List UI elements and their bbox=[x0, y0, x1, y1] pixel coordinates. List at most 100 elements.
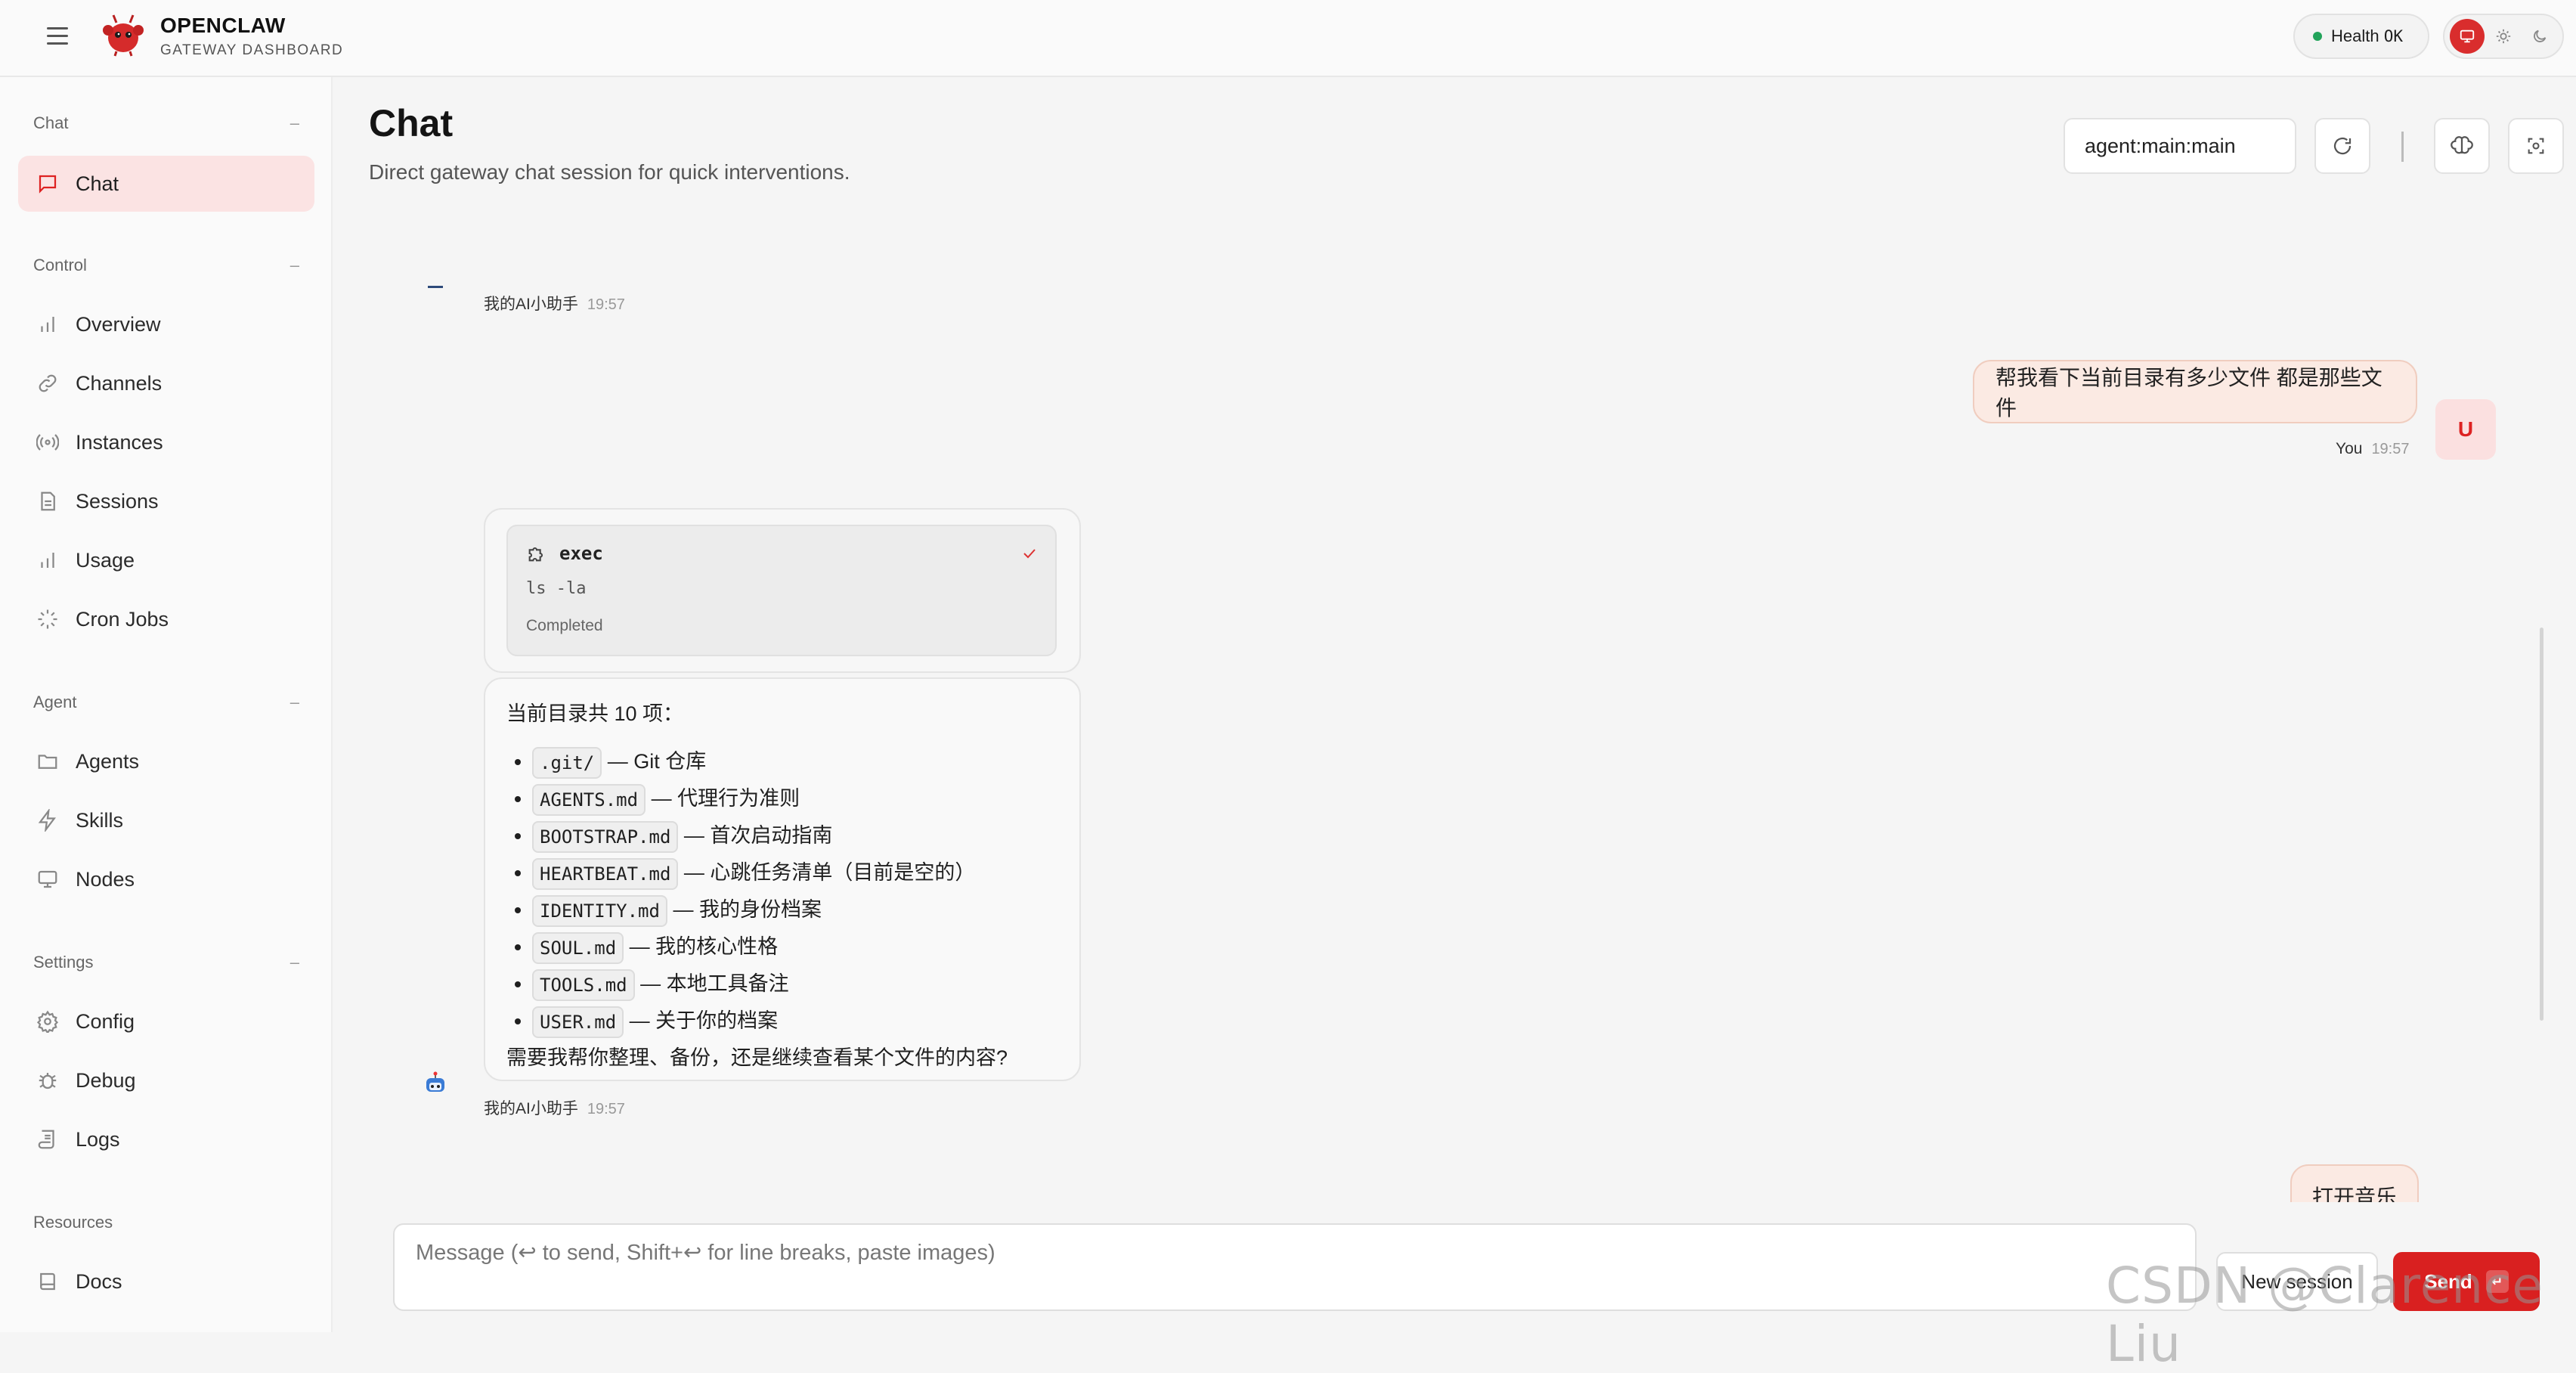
sidebar-item-config[interactable]: Config bbox=[18, 993, 314, 1049]
sidebar-item-instances[interactable]: Instances bbox=[18, 414, 314, 470]
sidebar-item-label: Usage bbox=[76, 548, 135, 572]
user-avatar: U bbox=[2435, 399, 2496, 460]
list-item: SOUL.md — 我的核心性格 bbox=[532, 928, 1058, 965]
new-session-button[interactable]: New session bbox=[2216, 1252, 2378, 1311]
list-item: TOOLS.md — 本地工具备注 bbox=[532, 965, 1058, 1003]
focus-mode-button[interactable] bbox=[2508, 118, 2564, 174]
light-theme-button[interactable] bbox=[2486, 19, 2521, 54]
collapse-icon[interactable]: – bbox=[290, 953, 299, 972]
sidebar-item-skills[interactable]: Skills bbox=[18, 792, 314, 848]
theme-switcher bbox=[2443, 14, 2564, 59]
user-message-partial: 打开音乐 bbox=[2290, 1164, 2419, 1202]
sidebar-item-cron-jobs[interactable]: Cron Jobs bbox=[18, 591, 314, 647]
thinking-toggle-button[interactable] bbox=[2434, 118, 2490, 174]
section-settings[interactable]: Settings – bbox=[33, 953, 299, 972]
file-icon bbox=[41, 491, 55, 511]
list-item: .git/ — Git 仓库 bbox=[532, 743, 1058, 780]
sidebar-item-channels[interactable]: Channels bbox=[18, 355, 314, 411]
focus-icon bbox=[2528, 138, 2544, 154]
health-dot-icon bbox=[2313, 32, 2322, 41]
sidebar-item-usage[interactable]: Usage bbox=[18, 532, 314, 588]
sun-icon bbox=[2496, 29, 2511, 44]
sidebar: Chat – Chat Control – Overview Channels In… bbox=[0, 77, 333, 1332]
answer-outro: 需要我帮你整理、备份，还是继续查看某个文件的内容? bbox=[506, 1046, 1008, 1069]
list-item: USER.md — 关于你的档案 bbox=[532, 1003, 1058, 1040]
collapse-icon[interactable]: – bbox=[290, 256, 299, 275]
robot-avatar-icon bbox=[426, 1071, 444, 1092]
file-list: .git/ — Git 仓库 AGENTS.md — 代理行为准则 BOOTST… bbox=[506, 743, 1058, 1040]
section-control[interactable]: Control – bbox=[33, 256, 299, 275]
openclaw-logo bbox=[103, 14, 144, 57]
assistant-message: 当前目录共 10 项： .git/ — Git 仓库 AGENTS.md — 代… bbox=[484, 677, 1081, 1081]
sidebar-item-label: Skills bbox=[76, 808, 124, 832]
health-status[interactable]: Health OK bbox=[2293, 14, 2429, 59]
broadcast-icon bbox=[36, 434, 59, 451]
zap-icon bbox=[38, 809, 56, 832]
collapse-icon[interactable]: – bbox=[290, 113, 299, 133]
section-agent[interactable]: Agent – bbox=[33, 693, 299, 712]
folder-icon bbox=[38, 755, 57, 769]
puzzle-icon bbox=[528, 547, 543, 562]
message-icon bbox=[39, 175, 57, 194]
sidebar-item-label: Sessions bbox=[76, 489, 159, 513]
sidebar-item-docs[interactable]: Docs bbox=[18, 1254, 314, 1309]
sidebar-item-label: Channels bbox=[76, 371, 163, 395]
system-theme-button[interactable] bbox=[2450, 19, 2485, 54]
bug-icon bbox=[39, 1073, 57, 1089]
moon-icon bbox=[2534, 29, 2547, 42]
bar-chart-icon bbox=[41, 553, 54, 568]
sidebar-item-overview[interactable]: Overview bbox=[18, 296, 314, 352]
tool-call-card[interactable]: exec ls -la Completed bbox=[506, 525, 1057, 656]
tool-command: ls -la bbox=[526, 579, 587, 598]
user-message-meta: You 19:57 bbox=[2336, 440, 2410, 457]
sidebar-item-label: Logs bbox=[76, 1127, 120, 1151]
sidebar-item-label: Overview bbox=[76, 312, 161, 336]
sidebar-item-logs[interactable]: Logs bbox=[18, 1111, 314, 1167]
sidebar-item-label: Config bbox=[76, 1009, 135, 1033]
refresh-icon bbox=[2333, 137, 2352, 155]
tool-name: exec bbox=[559, 543, 603, 564]
chat-scrollbar[interactable] bbox=[2540, 628, 2543, 1021]
link-icon bbox=[39, 374, 57, 392]
collapse-icon[interactable]: – bbox=[290, 693, 299, 712]
sidebar-item-debug[interactable]: Debug bbox=[18, 1052, 314, 1108]
brain-icon bbox=[2451, 136, 2473, 154]
sidebar-item-label: Docs bbox=[76, 1269, 122, 1293]
sidebar-item-nodes[interactable]: Nodes bbox=[18, 851, 314, 907]
section-chat[interactable]: Chat – bbox=[33, 113, 299, 133]
sidebar-item-agents[interactable]: Agents bbox=[18, 733, 314, 789]
message-composer[interactable] bbox=[393, 1223, 2197, 1311]
page-title: Chat bbox=[369, 102, 454, 144]
sidebar-item-chat[interactable]: Chat bbox=[18, 156, 314, 212]
loader-icon bbox=[38, 609, 57, 629]
top-bar: OPENCLAW GATEWAY DASHBOARD Health OK bbox=[0, 0, 2576, 77]
sidebar-item-label: Chat bbox=[76, 172, 119, 195]
answer-intro: 当前目录共 10 项： bbox=[506, 702, 684, 725]
sidebar-item-label: Instances bbox=[76, 430, 163, 454]
health-label: Health OK bbox=[2331, 26, 2404, 45]
list-item: IDENTITY.md — 我的身份档案 bbox=[532, 891, 1058, 928]
toolbar-divider bbox=[2401, 132, 2404, 162]
sidebar-item-label: Agents bbox=[76, 749, 140, 773]
menu-icon[interactable] bbox=[44, 23, 71, 50]
assistant-avatar bbox=[428, 286, 443, 288]
page-subtitle: Direct gateway chat session for quick in… bbox=[369, 160, 850, 184]
sidebar-item-label: Cron Jobs bbox=[76, 607, 169, 631]
send-button[interactable]: Send ↵ bbox=[2393, 1252, 2540, 1311]
dark-theme-button[interactable] bbox=[2522, 19, 2557, 54]
refresh-button[interactable] bbox=[2314, 118, 2370, 174]
user-message: 帮我看下当前目录有多少文件 都是那些文件 bbox=[1973, 360, 2417, 423]
message-input[interactable] bbox=[414, 1240, 2178, 1266]
app-title: OPENCLAW bbox=[160, 14, 286, 37]
list-item: AGENTS.md — 代理行为准则 bbox=[532, 780, 1058, 817]
session-key-input[interactable]: agent:main:main bbox=[2064, 118, 2296, 174]
monitor-icon bbox=[2460, 29, 2475, 43]
gear-icon bbox=[36, 1010, 59, 1033]
sidebar-item-label: Nodes bbox=[76, 867, 135, 891]
sidebar-item-sessions[interactable]: Sessions bbox=[18, 473, 314, 529]
monitor-icon bbox=[38, 870, 57, 888]
list-item: HEARTBEAT.md — 心跳任务清单（目前是空的） bbox=[532, 854, 1058, 891]
check-icon bbox=[1023, 549, 1036, 559]
bar-chart-icon bbox=[41, 317, 54, 332]
section-resources[interactable]: Resources bbox=[33, 1213, 299, 1232]
